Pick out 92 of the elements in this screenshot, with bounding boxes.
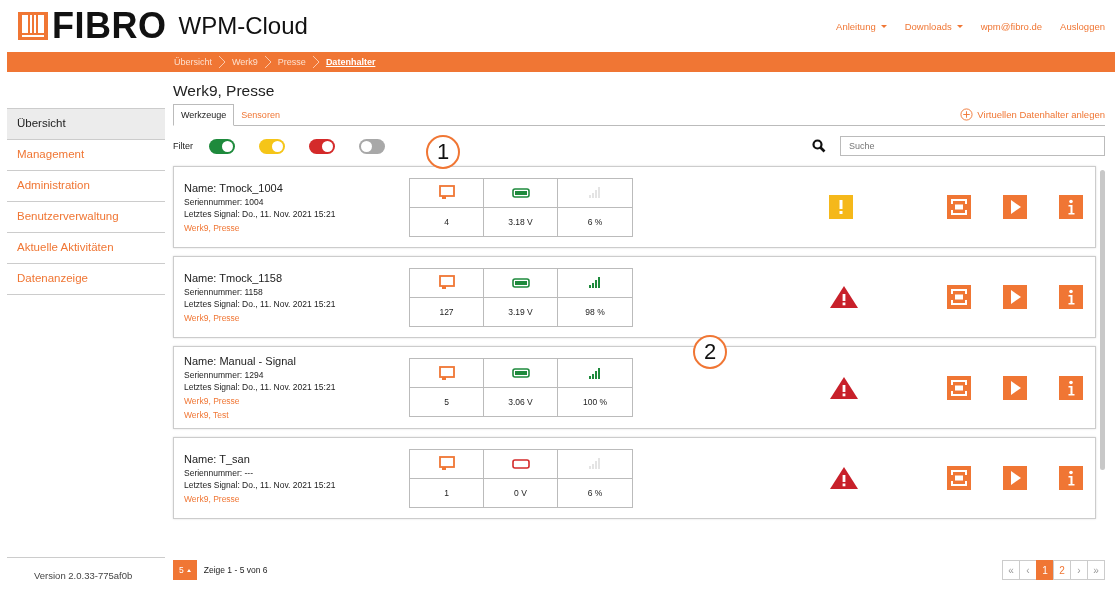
nav-link[interactable]: Downloads xyxy=(904,20,963,32)
serial-number: Seriennummer: 1294 xyxy=(184,370,265,380)
filter-toggle[interactable] xyxy=(259,138,285,154)
filter-toggle[interactable] xyxy=(309,138,335,154)
play-icon[interactable] xyxy=(1003,375,1027,400)
breadcrumb-link[interactable]: Übersicht xyxy=(174,57,212,67)
info-icon[interactable] xyxy=(1059,466,1083,490)
scrollbar[interactable] xyxy=(1100,170,1105,470)
pager-arrow-button[interactable]: » xyxy=(1087,560,1105,580)
result-summary: Zeige 1 - 5 von 6 xyxy=(203,565,268,575)
last-signal: Letztes Signal: Do., 11. Nov. 2021 15:21 xyxy=(184,479,337,490)
focus-icon[interactable] xyxy=(947,466,971,490)
play-icon[interactable] xyxy=(1003,466,1027,490)
pager-arrow-button[interactable]: ‹ xyxy=(1019,560,1037,580)
page-button[interactable]: 2 xyxy=(1053,560,1071,580)
serial-number: Seriennummer: 1004 xyxy=(184,196,265,207)
sidebar-item[interactable]: Datenanzeige xyxy=(7,264,165,295)
breadcrumb-link[interactable]: Presse xyxy=(277,57,306,67)
brand-name: FIBRO xyxy=(52,5,167,47)
filter-toggle[interactable] xyxy=(359,138,385,154)
info-icon[interactable] xyxy=(1059,195,1083,219)
signal-value: 98 % xyxy=(584,305,606,319)
add-link[interactable]: Virtuellen Datenhalter anlegen xyxy=(960,107,1105,121)
monitor-icon xyxy=(438,185,455,200)
count-value: 5 xyxy=(410,388,484,416)
voltage-value: 3.06 V xyxy=(484,388,558,416)
logo-icon xyxy=(18,12,48,40)
chevron-icon xyxy=(218,55,226,69)
search-field[interactable]: Suche xyxy=(840,136,1105,156)
sidebar-item[interactable]: Übersicht xyxy=(7,108,165,140)
play-icon[interactable] xyxy=(1003,195,1027,219)
holder-name: Name: Tmock_1158 xyxy=(184,271,284,284)
location-link[interactable]: Werk9, Presse xyxy=(184,493,409,504)
callout-marker: 1 xyxy=(426,135,460,169)
last-signal: Letztes Signal: Do., 11. Nov. 2021 15:21 xyxy=(184,208,337,219)
signal-value: 6 % xyxy=(586,486,604,500)
info-icon[interactable] xyxy=(1059,375,1083,400)
filter-label: Filter xyxy=(173,141,193,151)
play-icon[interactable] xyxy=(1003,285,1027,309)
nav-link[interactable]: wpm@fibro.de xyxy=(980,20,1043,32)
callout-marker: 2 xyxy=(693,335,727,369)
sidebar-item[interactable]: Aktuelle Aktivitäten xyxy=(7,233,165,264)
serial-number: Seriennummer: 1158 xyxy=(184,286,264,297)
info-icon[interactable] xyxy=(1059,285,1083,309)
caret-icon xyxy=(880,24,887,28)
voltage-value: 3.19 V xyxy=(484,297,558,326)
sidebar-item[interactable]: Benutzerverwaltung xyxy=(7,202,165,233)
version-text: Version 2.0.33-775af0b xyxy=(7,557,165,589)
last-signal: Letztes Signal: Do., 11. Nov. 2021 15:21 xyxy=(184,298,337,309)
holder-name: Name: T_san xyxy=(184,452,251,465)
count-value: 4 xyxy=(410,207,484,236)
nav-link[interactable]: Anleitung xyxy=(836,20,887,32)
monitor-icon xyxy=(438,456,455,471)
pager-arrow-button[interactable]: › xyxy=(1070,560,1088,580)
monitor-icon xyxy=(438,365,455,381)
location-link[interactable]: Werk9, Presse xyxy=(184,312,409,323)
page-button[interactable]: 1 xyxy=(1036,560,1054,580)
holder-name: Name: Tmock_1004 xyxy=(184,181,284,194)
signal-value: 100 % xyxy=(581,396,609,409)
location-link[interactable]: Werk9, Presse xyxy=(184,222,409,233)
holder-name: Name: Manual - Signal xyxy=(184,355,297,367)
count-value: 1 xyxy=(410,478,484,507)
location-link[interactable]: Werk9, Test xyxy=(184,410,409,420)
count-value: 127 xyxy=(410,297,484,326)
caret-icon xyxy=(186,568,191,572)
tab[interactable]: Werkzeuge xyxy=(173,104,235,126)
sidebar-item[interactable]: Administration xyxy=(7,171,165,202)
pager-arrow-button[interactable]: « xyxy=(1002,560,1020,580)
breadcrumb-link[interactable]: Werk9 xyxy=(232,57,258,67)
location-link[interactable]: Werk9, Presse xyxy=(184,396,409,406)
breadcrumb-link[interactable]: Datenhalter xyxy=(325,57,376,67)
tab[interactable]: Sensoren xyxy=(234,105,287,125)
search-icon[interactable] xyxy=(812,139,826,153)
page-title: Werk9, Presse xyxy=(173,82,276,100)
last-signal: Letztes Signal: Do., 11. Nov. 2021 15:21 xyxy=(184,382,337,392)
monitor-icon xyxy=(438,275,455,290)
add-icon xyxy=(960,107,974,121)
chevron-icon xyxy=(263,55,272,69)
focus-icon[interactable] xyxy=(947,195,971,219)
nav-link[interactable]: Ausloggen xyxy=(1060,20,1105,32)
product-name: WPM-Cloud xyxy=(178,12,308,40)
serial-number: Seriennummer: --- xyxy=(184,467,254,478)
voltage-value: 3.18 V xyxy=(484,207,558,236)
signal-value: 6 % xyxy=(586,215,604,229)
filter-toggle[interactable] xyxy=(209,138,235,154)
caret-icon xyxy=(956,24,963,28)
focus-icon[interactable] xyxy=(947,375,971,400)
page-size-button[interactable]: 5 xyxy=(173,560,197,580)
sidebar-item[interactable]: Management xyxy=(7,140,165,171)
focus-icon[interactable] xyxy=(947,285,971,309)
chevron-icon xyxy=(311,55,320,69)
voltage-value: 0 V xyxy=(484,478,558,507)
